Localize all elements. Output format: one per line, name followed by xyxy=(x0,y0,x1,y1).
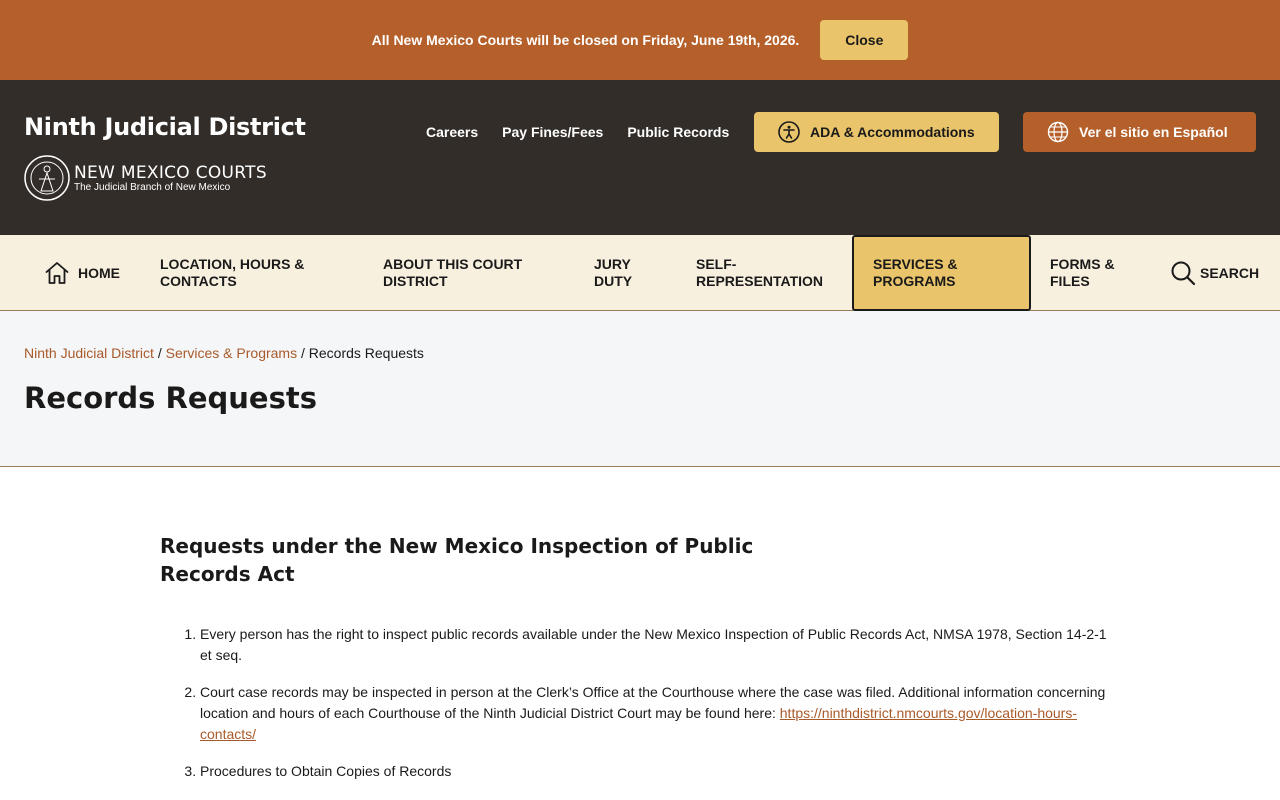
list-item: Court case records may be inspected in p… xyxy=(200,682,1120,745)
utility-nav: Careers Pay Fines/Fees Public Records xyxy=(426,112,753,152)
nav-self-representation[interactable]: SELF-REPRESENTATION xyxy=(696,235,836,311)
site-header: Ninth Judicial District NEW MEXICO COURT… xyxy=(0,80,1280,235)
pay-fines-link[interactable]: Pay Fines/Fees xyxy=(502,124,603,140)
nav-jury-duty[interactable]: JURY DUTY xyxy=(594,235,654,311)
logo-sub-text: The Judicial Branch of New Mexico xyxy=(74,181,231,193)
breadcrumb-services-link[interactable]: Services & Programs xyxy=(166,345,297,361)
nav-search[interactable]: SEARCH xyxy=(1170,235,1259,311)
breadcrumb: Ninth Judicial District / Services & Pro… xyxy=(24,345,424,361)
site-title[interactable]: Ninth Judicial District xyxy=(24,113,306,141)
ada-accommodations-button[interactable]: ADA & Accommodations xyxy=(754,112,999,152)
globe-icon xyxy=(1047,121,1069,143)
nav-about-court[interactable]: ABOUT THIS COURT DISTRICT xyxy=(383,235,553,311)
list-item: Procedures to Obtain Copies of Records xyxy=(200,761,1120,782)
list-item: Every person has the right to inspect pu… xyxy=(200,624,1120,666)
nav-home[interactable]: HOME xyxy=(44,235,120,311)
breadcrumb-home-link[interactable]: Ninth Judicial District xyxy=(24,345,154,361)
main-content: Requests under the New Mexico Inspection… xyxy=(160,532,1120,798)
public-records-link[interactable]: Public Records xyxy=(627,124,729,140)
home-icon xyxy=(45,262,69,284)
records-procedure-list: Every person has the right to inspect pu… xyxy=(160,624,1120,782)
nav-home-label: HOME xyxy=(78,264,120,281)
spanish-site-button[interactable]: Ver el sitio en Español xyxy=(1023,112,1256,152)
court-seal-icon xyxy=(24,155,70,201)
spanish-label: Ver el sitio en Español xyxy=(1079,124,1228,140)
accessibility-icon xyxy=(778,121,800,143)
breadcrumb-current: Records Requests xyxy=(308,345,424,361)
nav-services-programs[interactable]: SERVICES & PROGRAMS xyxy=(852,235,1031,311)
careers-link[interactable]: Careers xyxy=(426,124,478,140)
ada-label: ADA & Accommodations xyxy=(810,124,975,140)
nav-forms-files[interactable]: FORMS & FILES xyxy=(1050,235,1140,311)
alert-banner: All New Mexico Courts will be closed on … xyxy=(0,0,1280,80)
main-nav: HOME LOCATION, HOURS & CONTACTS ABOUT TH… xyxy=(0,235,1280,311)
section-heading: Requests under the New Mexico Inspection… xyxy=(160,534,754,586)
nav-location-hours-contacts[interactable]: LOCATION, HOURS & CONTACTS xyxy=(160,235,330,311)
page-title: Records Requests xyxy=(24,381,317,415)
alert-close-button[interactable]: Close xyxy=(820,20,909,60)
page-title-area: Ninth Judicial District / Services & Pro… xyxy=(0,311,1280,467)
logo-main-text: NEW MEXICO COURTS xyxy=(74,162,267,183)
search-icon xyxy=(1171,261,1196,286)
nm-courts-logo[interactable]: NEW MEXICO COURTS The Judicial Branch of… xyxy=(24,155,267,201)
alert-message: All New Mexico Courts will be closed on … xyxy=(371,32,800,48)
